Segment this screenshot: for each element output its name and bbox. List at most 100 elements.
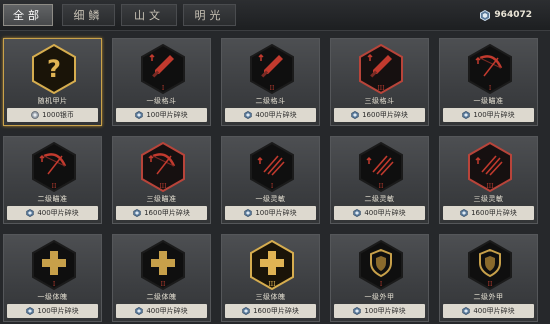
claw-icon: I <box>250 142 294 192</box>
bow-icon: II <box>32 142 76 192</box>
sword-icon: II <box>250 44 294 94</box>
question-icon: ? <box>32 44 76 94</box>
item-price: 100甲片碎块 <box>334 304 425 318</box>
shield-icon: II <box>468 240 512 290</box>
item-name: 三级格斗 <box>364 97 395 105</box>
shop-item-card[interactable]: I 一级瞄准 100甲片碎块 <box>439 38 538 126</box>
price-label: 400甲片碎块 <box>146 307 188 315</box>
silver-coin-icon <box>31 111 39 119</box>
shop-item-card[interactable]: III 三级瞄准 1600甲片碎块 <box>112 136 211 224</box>
fragment-icon <box>353 307 362 315</box>
cross-icon: II <box>141 240 185 290</box>
tab-mingguang[interactable]: 明光 <box>183 4 236 26</box>
rank-label: III <box>377 85 385 92</box>
fragment-icon <box>26 209 35 217</box>
shop-item-card[interactable]: I 一级外甲 100甲片碎块 <box>330 234 429 322</box>
price-label: 400甲片碎块 <box>473 307 515 315</box>
currency-display: 964072 <box>480 7 532 23</box>
item-name: 二级灵敏 <box>364 195 395 203</box>
top-bar: 全部 细鳞 山文 明光 964072 <box>0 0 550 31</box>
shop-item-card[interactable]: II 二级格斗 400甲片碎块 <box>221 38 320 126</box>
cross-icon: III <box>250 240 294 290</box>
sword-icon: I <box>141 44 185 94</box>
item-price: 400甲片碎块 <box>116 304 207 318</box>
price-label: 1000银币 <box>42 111 74 119</box>
rank-label: III <box>159 183 167 190</box>
fragment-icon <box>133 209 141 217</box>
shop-item-card[interactable]: III 三级格斗 1600甲片碎块 <box>330 38 429 126</box>
item-price: 1600甲片碎块 <box>334 108 425 122</box>
rank-label: II <box>488 281 493 288</box>
item-name: 一级瞄准 <box>473 97 504 105</box>
rank-label: III <box>268 281 276 288</box>
shield-icon: I <box>359 240 403 290</box>
fragment-icon <box>244 209 253 217</box>
price-label: 1600甲片碎块 <box>362 111 408 119</box>
item-name: 二级瞄准 <box>37 195 68 203</box>
item-grid: ? 随机甲片 1000银币 I 一级格斗 100甲片碎块 II 二级格斗 400甲片碎块 III 三… <box>3 38 547 322</box>
item-price: 1600甲片碎块 <box>116 206 207 220</box>
fragment-icon <box>244 111 253 119</box>
shop-item-card[interactable]: I 一级灵敏 100甲片碎块 <box>221 136 320 224</box>
shop-item-card[interactable]: II 二级灵敏 400甲片碎块 <box>330 136 429 224</box>
svg-text:?: ? <box>47 55 61 83</box>
shop-item-card[interactable]: I 一级体魄 100甲片碎块 <box>3 234 102 322</box>
item-price: 1600甲片碎块 <box>225 304 316 318</box>
item-name: 随机甲片 <box>37 97 68 105</box>
item-name: 二级格斗 <box>255 97 286 105</box>
shop-item-card[interactable]: II 二级外甲 400甲片碎块 <box>439 234 538 322</box>
claw-icon: III <box>468 142 512 192</box>
shop-item-card[interactable]: II 二级瞄准 400甲片碎块 <box>3 136 102 224</box>
item-name: 三级瞄准 <box>146 195 177 203</box>
rank-label: III <box>486 183 494 190</box>
fragment-icon <box>480 9 491 21</box>
item-name: 三级灵敏 <box>473 195 504 203</box>
shop-item-card[interactable]: I 一级格斗 100甲片碎块 <box>112 38 211 126</box>
item-name: 一级灵敏 <box>255 195 286 203</box>
item-price: 1600甲片碎块 <box>443 206 534 220</box>
bow-icon: I <box>468 44 512 94</box>
price-label: 100甲片碎块 <box>37 307 79 315</box>
item-price: 1000银币 <box>7 108 98 122</box>
price-label: 400甲片碎块 <box>255 111 297 119</box>
tab-all[interactable]: 全部 <box>3 4 53 26</box>
item-name: 二级体魄 <box>146 293 177 301</box>
item-price: 400甲片碎块 <box>225 108 316 122</box>
item-price: 100甲片碎块 <box>225 206 316 220</box>
rank-label: II <box>52 183 57 190</box>
rank-label: II <box>270 85 275 92</box>
rank-label: II <box>161 281 166 288</box>
fragment-icon <box>462 307 471 315</box>
shop-item-card[interactable]: III 三级体魄 1600甲片碎块 <box>221 234 320 322</box>
sword-icon: III <box>359 44 403 94</box>
fragment-icon <box>26 307 35 315</box>
item-price: 400甲片碎块 <box>334 206 425 220</box>
fragment-icon <box>460 209 468 217</box>
fragment-icon <box>242 307 250 315</box>
currency-amount: 964072 <box>494 10 532 20</box>
item-price: 100甲片碎块 <box>443 108 534 122</box>
item-name: 三级体魄 <box>255 293 286 301</box>
fragment-icon <box>353 209 362 217</box>
claw-icon: II <box>359 142 403 192</box>
shop-item-card[interactable]: III 三级灵敏 1600甲片碎块 <box>439 136 538 224</box>
item-name: 一级体魄 <box>37 293 68 301</box>
item-price: 400甲片碎块 <box>7 206 98 220</box>
item-name: 一级格斗 <box>146 97 177 105</box>
item-name: 一级外甲 <box>364 293 395 301</box>
fragment-icon <box>135 111 144 119</box>
price-label: 100甲片碎块 <box>255 209 297 217</box>
price-label: 100甲片碎块 <box>473 111 515 119</box>
fragment-icon <box>462 111 471 119</box>
price-label: 1600甲片碎块 <box>471 209 517 217</box>
cross-icon: I <box>32 240 76 290</box>
shop-item-card[interactable]: II 二级体魄 400甲片碎块 <box>112 234 211 322</box>
item-price: 100甲片碎块 <box>116 108 207 122</box>
bow-icon: III <box>141 142 185 192</box>
tab-xilin[interactable]: 细鳞 <box>62 4 115 26</box>
item-price: 100甲片碎块 <box>7 304 98 318</box>
shop-item-card[interactable]: ? 随机甲片 1000银币 <box>3 38 102 126</box>
price-label: 100甲片碎块 <box>146 111 188 119</box>
tab-shanwen[interactable]: 山文 <box>121 4 177 26</box>
fragment-icon <box>351 111 359 119</box>
